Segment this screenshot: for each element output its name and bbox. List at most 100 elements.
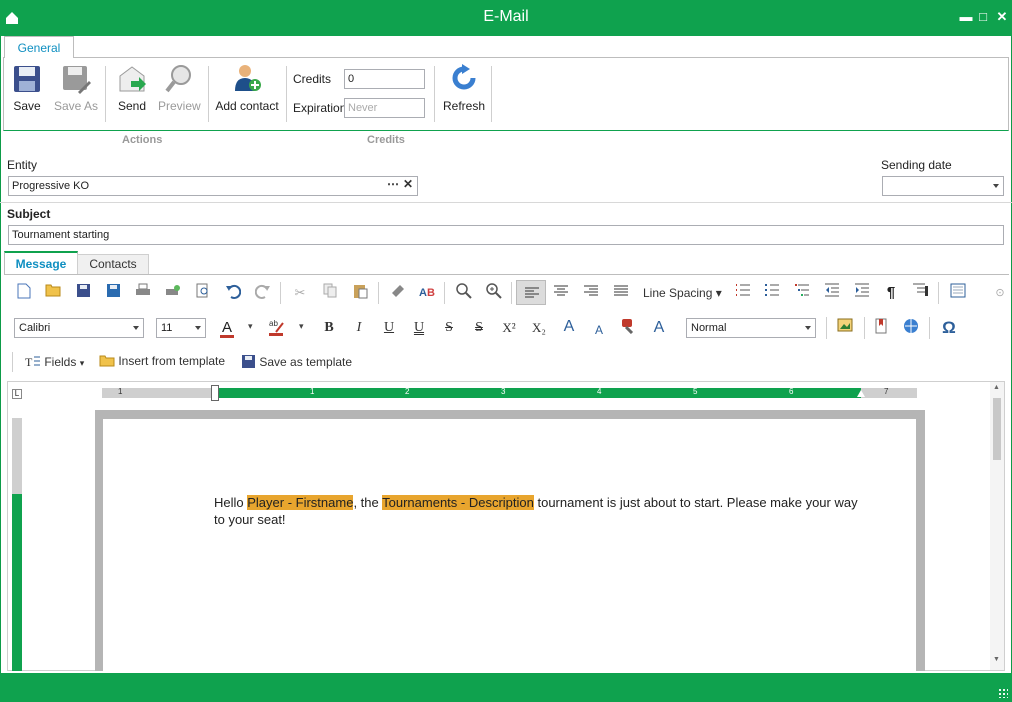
clear-icon[interactable]: ✕ (403, 177, 413, 191)
message-body[interactable]: Hello Player - Firstname, the Tournament… (214, 494, 864, 528)
align-left-button[interactable] (516, 280, 546, 305)
strikethrough-icon[interactable]: S (440, 318, 458, 338)
credits-input[interactable]: 0 (344, 69, 425, 89)
zoom-in-icon[interactable] (484, 283, 504, 303)
magnifier-icon (165, 65, 191, 93)
save-label: Save (13, 99, 41, 113)
align-center-icon[interactable] (551, 283, 571, 303)
more-icon[interactable]: ⋯ (387, 177, 399, 191)
superscript-icon[interactable]: X² (500, 318, 518, 338)
window-title: E-Mail (483, 8, 529, 25)
save-template-button[interactable]: Save as template (241, 354, 352, 369)
close-button[interactable]: ✕ (995, 9, 1009, 25)
resize-grip-icon[interactable] (998, 688, 1008, 698)
chevron-down-icon[interactable]: ▾ (248, 321, 253, 332)
numbered-list-icon[interactable] (733, 283, 753, 303)
merge-field-player-firstname[interactable]: Player - Firstname (247, 495, 354, 510)
shrink-font-icon[interactable]: A (590, 320, 608, 340)
refresh-button[interactable]: Refresh (441, 62, 487, 114)
fields-dropdown[interactable]: T Fields ▾ (25, 354, 84, 369)
align-left-icon (525, 287, 539, 298)
preview-button[interactable]: Preview (158, 62, 201, 114)
add-contact-button[interactable]: Add contact (215, 62, 279, 114)
grow-font-icon[interactable]: A (560, 317, 578, 337)
status-bar (0, 673, 1012, 702)
toolbar-overflow-icon[interactable]: ⊙ (990, 283, 1010, 303)
style-combo[interactable]: Normal (686, 318, 816, 338)
new-document-icon[interactable] (14, 283, 34, 303)
insert-picture-icon[interactable] (835, 318, 855, 338)
undo-icon[interactable] (223, 283, 243, 303)
subscript-icon[interactable]: X₂ (530, 318, 548, 338)
font-name-combo[interactable]: Calibri (14, 318, 144, 338)
spell-check-icon[interactable]: AB (417, 283, 437, 303)
double-underline-icon[interactable]: U (410, 318, 428, 338)
tab-general[interactable]: General (4, 36, 74, 58)
vertical-ruler[interactable] (12, 418, 22, 671)
format-painter-icon[interactable] (388, 283, 408, 303)
zoom-out-icon[interactable] (454, 283, 474, 303)
justify-icon[interactable] (611, 283, 631, 303)
open-folder-icon (99, 355, 115, 367)
font-color-icon[interactable]: A (218, 318, 236, 338)
bullet-list-icon[interactable] (762, 283, 782, 303)
tab-stop-icon[interactable]: L (12, 389, 22, 399)
toolbar-separator (826, 317, 827, 339)
right-indent-marker[interactable] (857, 390, 865, 397)
bookmark-icon[interactable] (871, 318, 891, 338)
font-size-combo[interactable]: 11 (156, 318, 206, 338)
align-right-icon[interactable] (581, 283, 601, 303)
document-page[interactable] (103, 419, 916, 671)
save-all-icon[interactable] (103, 283, 123, 303)
copy-icon[interactable] (320, 283, 340, 303)
subject-input[interactable]: Tournament starting (8, 225, 1004, 245)
multilevel-list-icon[interactable] (792, 283, 812, 303)
paragraph-settings-icon[interactable] (911, 283, 931, 303)
save-button[interactable]: Save (8, 62, 46, 114)
save-icon[interactable] (73, 283, 93, 303)
open-folder-icon[interactable] (43, 283, 63, 303)
zoom-page-icon[interactable] (193, 283, 213, 303)
scroll-up-icon[interactable]: ▲ (993, 384, 1000, 391)
tab-message[interactable]: Message (4, 251, 78, 275)
ruler-inactive-area (12, 418, 22, 494)
bold-icon[interactable]: B (320, 318, 338, 338)
chevron-down-icon[interactable]: ▾ (299, 321, 304, 332)
paragraph-mark-icon[interactable]: ¶ (881, 283, 901, 303)
merge-field-tournament-description[interactable]: Tournaments - Description (382, 495, 534, 510)
insert-template-button[interactable]: Insert from template (99, 354, 225, 368)
hyperlink-icon[interactable] (901, 318, 921, 338)
italic-icon[interactable]: I (350, 318, 368, 338)
symbol-omega-icon[interactable]: Ω (939, 318, 959, 338)
save-as-button[interactable]: Save As (54, 62, 98, 114)
ruler-number: 2 (405, 387, 410, 396)
expiration-input[interactable]: Never (344, 98, 425, 118)
chevron-down-icon (805, 326, 811, 330)
send-button[interactable]: Send (113, 62, 151, 114)
line-spacing-dropdown[interactable]: Line Spacing ▾ (643, 286, 722, 300)
underline-icon[interactable]: U (380, 318, 398, 338)
page-layout-icon[interactable] (948, 283, 968, 303)
divider (0, 202, 1012, 203)
restore-button[interactable]: □ (976, 9, 990, 25)
entity-input[interactable]: Progressive KO (8, 176, 418, 196)
indent-marker[interactable] (211, 385, 219, 401)
scroll-down-icon[interactable]: ▼ (993, 656, 1000, 663)
scrollbar-thumb[interactable] (993, 398, 1001, 460)
increase-indent-icon[interactable] (852, 283, 872, 303)
print-icon[interactable] (133, 283, 153, 303)
sending-date-picker[interactable] (882, 176, 1004, 196)
change-case-icon[interactable]: A (650, 318, 668, 338)
tab-contacts[interactable]: Contacts (77, 254, 149, 275)
highlight-color-icon[interactable]: ab (268, 318, 286, 338)
decrease-indent-icon[interactable] (822, 283, 842, 303)
redo-icon[interactable] (253, 283, 273, 303)
body-text: , the (353, 495, 383, 510)
print-preview-icon[interactable] (163, 283, 183, 303)
horizontal-ruler[interactable]: 1 1 2 3 4 5 6 7 (102, 385, 917, 401)
cut-icon[interactable]: ✂ (290, 283, 310, 303)
paste-icon[interactable] (350, 283, 370, 303)
minimize-button[interactable]: ▬ (959, 9, 973, 25)
double-strikethrough-icon[interactable]: S (470, 318, 488, 338)
clear-formatting-icon[interactable] (620, 318, 638, 338)
